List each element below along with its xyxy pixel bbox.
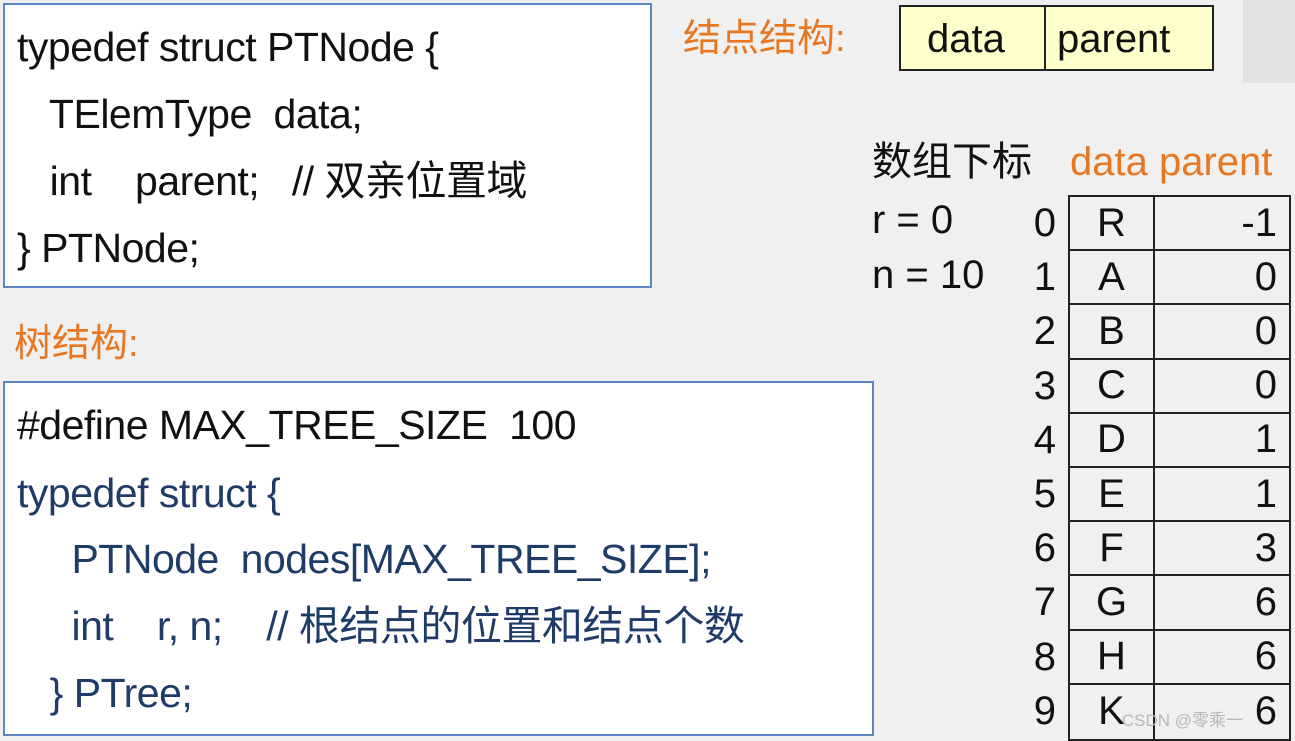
tree-struct-label: 树结构:: [14, 323, 139, 365]
code-line: TElemType data;: [17, 91, 363, 137]
code-line: } PTree;: [17, 670, 193, 716]
parent-cell: 1: [1254, 417, 1277, 462]
table-row: R -1: [1070, 197, 1289, 252]
parent-cell: 1: [1254, 471, 1277, 516]
array-index-label: 2: [1033, 309, 1056, 354]
node-struct-diagram: data parent: [899, 5, 1214, 71]
root-position-text: r = 0: [872, 198, 954, 242]
parent-cell: 6: [1254, 579, 1277, 624]
array-index-label: 7: [1033, 580, 1056, 625]
code-line: } PTNode;: [17, 225, 200, 271]
parent-array-table: R -1 A 0 B 0 C 0 D 1 E 1 F 3 G 6 H 6 K 6: [1068, 195, 1291, 741]
table-row: D1: [1070, 413, 1289, 468]
data-cell: H: [1070, 630, 1155, 683]
code-line: typedef struct PTNode {: [17, 24, 439, 70]
array-index-label: 1: [1033, 255, 1056, 300]
data-cell: G: [1070, 576, 1155, 629]
tree-struct-code-box: #define MAX_TREE_SIZE 100 typedef struct…: [3, 381, 874, 736]
table-row: A0: [1070, 251, 1289, 306]
parent-field-label: parent: [1057, 17, 1171, 61]
code-line: PTNode nodes[MAX_TREE_SIZE];: [17, 536, 711, 582]
array-index-label: 3: [1033, 363, 1056, 408]
parent-cell: -1: [1241, 200, 1277, 245]
table-row: F3: [1070, 522, 1289, 577]
code-line: #define MAX_TREE_SIZE 100: [17, 402, 577, 448]
table-row: C0: [1070, 359, 1289, 414]
parent-cell: 0: [1254, 254, 1277, 299]
code-line: int parent; // 双亲位置域: [17, 158, 528, 204]
data-cell: B: [1070, 305, 1155, 358]
node-struct-code-box: typedef struct PTNode { TElemType data; …: [3, 3, 652, 288]
parent-cell: 0: [1254, 363, 1277, 408]
code-line: int r, n; // 根结点的位置和结点个数: [17, 603, 745, 649]
parent-cell: 0: [1254, 308, 1277, 353]
watermark: CSDN @零乘一: [1121, 711, 1243, 730]
node-struct-label: 结点结构:: [683, 18, 846, 60]
array-index-label: 4: [1033, 417, 1056, 462]
array-index-header: 数组下标: [872, 140, 1032, 184]
node-count-text: n = 10: [872, 253, 985, 297]
parent-cell: 3: [1254, 525, 1277, 570]
data-cell: F: [1070, 522, 1155, 575]
array-columns-header: data parent: [1070, 140, 1273, 184]
parent-cell: 6: [1254, 634, 1277, 679]
data-cell: D: [1070, 413, 1155, 466]
table-row: B0: [1070, 305, 1289, 360]
array-index-label: 5: [1033, 472, 1056, 516]
array-index-label: 8: [1033, 634, 1056, 679]
data-cell: A: [1070, 251, 1155, 304]
table-row: H6: [1070, 630, 1289, 685]
data-cell: R: [1070, 197, 1155, 250]
side-panel: [1243, 0, 1295, 83]
table-row: E1: [1070, 467, 1289, 523]
code-line: typedef struct {: [17, 470, 281, 516]
data-cell: C: [1070, 359, 1155, 412]
table-row: G6: [1070, 576, 1289, 631]
array-index-label: 0: [1033, 201, 1056, 245]
array-index-label: 9: [1033, 688, 1056, 733]
data-field-label: data: [927, 17, 1005, 61]
data-cell: E: [1070, 467, 1155, 521]
array-index-label: 6: [1033, 526, 1056, 571]
